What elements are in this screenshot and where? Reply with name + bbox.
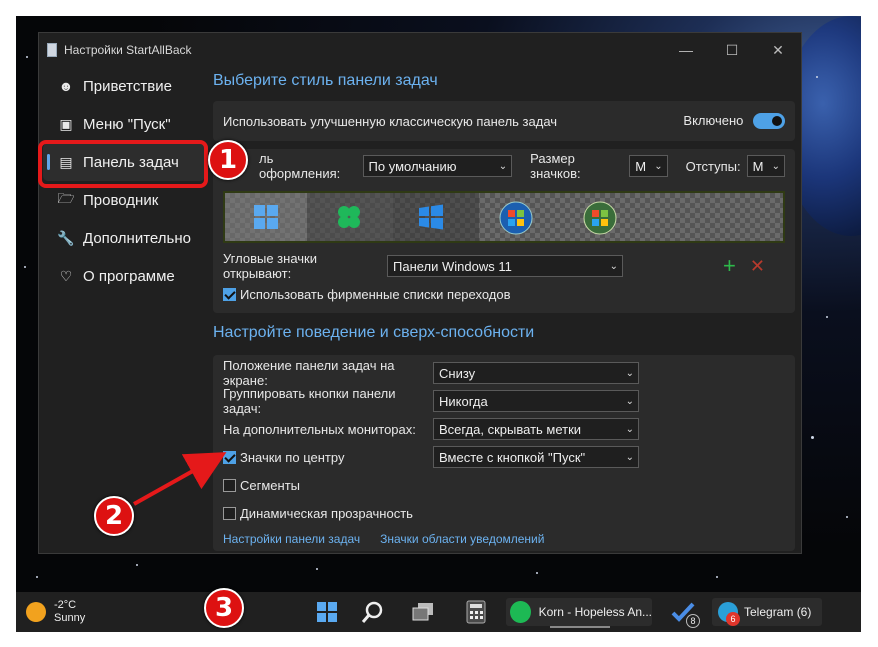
callout-3: 3 xyxy=(204,588,244,628)
arrow-annotation xyxy=(133,452,227,506)
callout-2: 2 xyxy=(94,496,134,536)
desktop: Настройки StartAllBack — ☐ ✕ ☻ Приветств… xyxy=(16,16,861,632)
